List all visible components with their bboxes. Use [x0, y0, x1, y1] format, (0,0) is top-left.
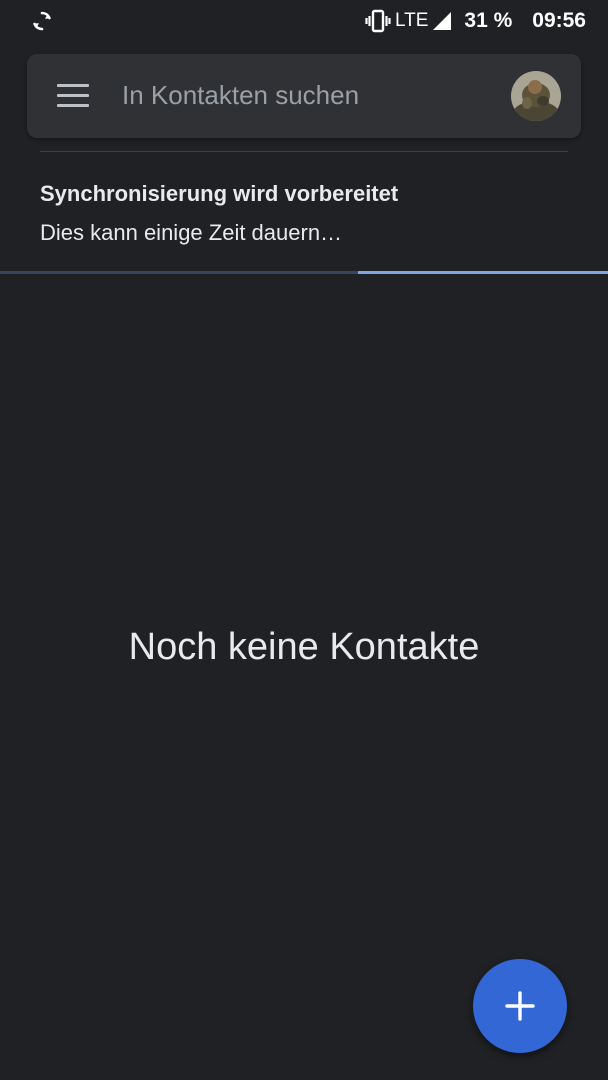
account-avatar[interactable]	[511, 71, 561, 121]
plus-icon	[505, 991, 535, 1021]
clock: 09:56	[532, 9, 586, 32]
divider	[40, 151, 568, 152]
search-bar[interactable]: In Kontakten suchen	[27, 54, 581, 138]
vibrate-icon	[365, 9, 391, 33]
progress-indicator	[358, 271, 608, 274]
search-input[interactable]: In Kontakten suchen	[122, 80, 359, 111]
network-type: LTE	[394, 10, 429, 31]
contacts-screen: LTE 31 % 09:56 In Kontakten suchen Synch…	[0, 0, 608, 1080]
sync-status-subtitle: Dies kann einige Zeit dauern…	[40, 220, 343, 245]
battery-level: 31 %	[464, 9, 513, 32]
empty-state-message: Noch keine Kontakte	[128, 626, 480, 668]
menu-icon[interactable]	[57, 84, 89, 108]
status-bar: LTE 31 % 09:56	[0, 0, 608, 42]
add-contact-button[interactable]	[473, 959, 567, 1053]
avatar-image	[511, 71, 561, 121]
sync-status-title: Synchronisierung wird vorbereitet	[40, 181, 399, 206]
signal-icon	[433, 12, 452, 30]
progress-track	[0, 271, 358, 274]
sync-progress-bar	[0, 271, 608, 274]
sync-icon	[33, 11, 51, 31]
